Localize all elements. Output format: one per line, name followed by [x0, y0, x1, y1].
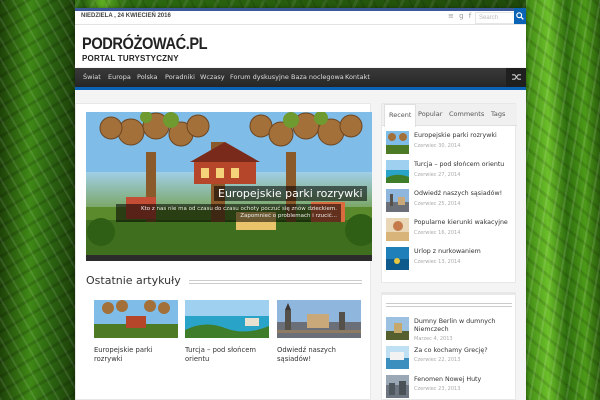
post-date: Marzec 4, 2013 [414, 336, 453, 342]
slider-excerpt: Kto z nas nie ma od czasu do czasu ochot… [116, 204, 341, 222]
post-date: Czerwiec 16, 2014 [414, 230, 461, 236]
sidebar-post[interactable]: Turcja – pod słońcem orientu Czerwiec 27… [386, 160, 514, 186]
post-date: Czerwiec 25, 2014 [414, 201, 461, 207]
post-title[interactable]: Popularne kierunki wakacyjne [414, 219, 508, 226]
slider-image [86, 112, 372, 255]
widget-divider [386, 303, 512, 307]
sidebar-tabs-widget: Recent Popular Comments Tags Europejskie… [381, 103, 517, 283]
sidebar-widget-2: Dumny Berlin w dumnych Niemczech Marzec … [381, 292, 516, 400]
sidebar-post[interactable]: Odwiedź naszych sąsiadów! Czerwiec 25, 2… [386, 189, 514, 215]
article-card[interactable]: Odwiedź naszych sąsiadów! [277, 300, 361, 364]
article-thumbnail[interactable] [185, 300, 269, 338]
nav-item-baza-noclegowa[interactable]: Baza noclegowa [291, 73, 344, 81]
post-thumbnail[interactable] [386, 131, 409, 154]
search-icon [516, 12, 524, 20]
slider-title[interactable]: Europejskie parki rozrywki [214, 186, 367, 201]
article-title[interactable]: Turcja – pod słońcem orientu [185, 346, 269, 364]
post-thumbnail[interactable] [386, 247, 409, 270]
sidebar-post[interactable]: Dumny Berlin w dumnych Niemczech Marzec … [386, 317, 514, 343]
google-plus-icon[interactable]: g [459, 12, 463, 20]
latest-articles-heading: Ostatnie artykuły [86, 274, 181, 287]
sidebar-post[interactable]: Popularne kierunki wakacyjne Czerwiec 16… [386, 218, 514, 244]
post-thumbnail[interactable] [386, 317, 409, 340]
post-title[interactable]: Urlop z nurkowaniem [414, 248, 481, 255]
sidebar-post[interactable]: Urlop z nurkowaniem Czerwiec 13, 2014 [386, 247, 514, 273]
shuffle-icon [511, 74, 521, 80]
post-thumbnail[interactable] [386, 218, 409, 241]
tab-recent[interactable]: Recent [384, 104, 417, 127]
top-bar: NIEDZIELA , 24 KWIECIEŃ 2016 ≡ g f Searc… [75, 8, 526, 25]
site-logo-title[interactable]: PODRÓŻOWAĆ.PL [82, 34, 208, 54]
background-palm-left [0, 0, 75, 400]
sidebar-tabs: Recent Popular Comments Tags [382, 104, 517, 127]
tab-popular[interactable]: Popular [418, 110, 442, 118]
site-header: PODRÓŻOWAĆ.PL PORTAL TURYSTYCZNY [75, 25, 526, 67]
nav-item-kontakt[interactable]: Kontakt [345, 73, 370, 81]
rss-icon[interactable]: ≡ [448, 12, 454, 20]
current-date: NIEDZIELA , 24 KWIECIEŃ 2016 [81, 13, 171, 19]
tab-comments[interactable]: Comments [449, 110, 484, 118]
nav-item-swiat[interactable]: Świat [83, 73, 101, 81]
nav-item-wczasy[interactable]: Wczasy [200, 73, 225, 81]
post-date: Czerwiec 22, 2013 [414, 357, 461, 363]
article-card[interactable]: Europejskie parki rozrywki [94, 300, 178, 364]
main-nav: Świat Europa Polska Poradniki Wczasy For… [75, 68, 526, 90]
nav-item-europa[interactable]: Europa [108, 73, 131, 81]
social-links: ≡ g f [448, 12, 474, 20]
article-card[interactable]: Turcja – pod słońcem orientu [185, 300, 269, 364]
nav-item-polska[interactable]: Polska [137, 73, 158, 81]
article-thumbnail[interactable] [94, 300, 178, 338]
post-date: Czerwiec 30, 2014 [414, 143, 461, 149]
nav-item-forum[interactable]: Forum dyskusyjne [230, 73, 289, 81]
post-title[interactable]: Fenomen Nowej Huty [414, 376, 514, 384]
slider-nav-bar [86, 255, 372, 261]
post-date: Czerwiec 23, 2013 [414, 386, 461, 392]
post-thumbnail[interactable] [386, 346, 409, 369]
post-date: Czerwiec 27, 2014 [414, 172, 461, 178]
post-title[interactable]: Dumny Berlin w dumnych Niemczech [414, 318, 514, 334]
featured-slider[interactable]: Europejskie parki rozrywki Kto z nas nie… [86, 112, 372, 255]
post-date: Czerwiec 13, 2014 [414, 259, 461, 265]
article-title[interactable]: Odwiedź naszych sąsiadów! [277, 346, 361, 364]
random-article-button[interactable] [506, 68, 526, 87]
main-content: Europejskie parki rozrywki Kto z nas nie… [75, 103, 372, 400]
nav-item-poradniki[interactable]: Poradniki [165, 73, 195, 81]
sidebar-post[interactable]: Za co kochamy Grecję? Czerwiec 22, 2013 [386, 346, 514, 372]
page-container: NIEDZIELA , 24 KWIECIEŃ 2016 ≡ g f Searc… [75, 8, 526, 400]
post-thumbnail[interactable] [386, 160, 409, 183]
sidebar-post[interactable]: Europejskie parki rozrywki Czerwiec 30, … [386, 131, 514, 157]
post-thumbnail[interactable] [386, 375, 409, 398]
search-button[interactable] [514, 8, 526, 24]
tab-tags[interactable]: Tags [491, 110, 505, 118]
post-title[interactable]: Europejskie parki rozrywki [414, 132, 497, 139]
search-input[interactable]: Search [475, 12, 515, 24]
post-thumbnail[interactable] [386, 189, 409, 212]
section-divider [189, 280, 362, 284]
background-palm-right [526, 0, 600, 400]
post-title[interactable]: Turcja – pod słońcem orientu [414, 161, 504, 168]
article-thumbnail[interactable] [277, 300, 361, 338]
post-title[interactable]: Za co kochamy Grecję? [414, 347, 514, 355]
post-title[interactable]: Odwiedź naszych sąsiadów! [414, 190, 502, 197]
article-title[interactable]: Europejskie parki rozrywki [94, 346, 178, 364]
site-logo-subtitle: PORTAL TURYSTYCZNY [82, 54, 179, 63]
facebook-icon[interactable]: f [469, 12, 471, 20]
sidebar-post[interactable]: Fenomen Nowej Huty Czerwiec 23, 2013 [386, 375, 514, 400]
